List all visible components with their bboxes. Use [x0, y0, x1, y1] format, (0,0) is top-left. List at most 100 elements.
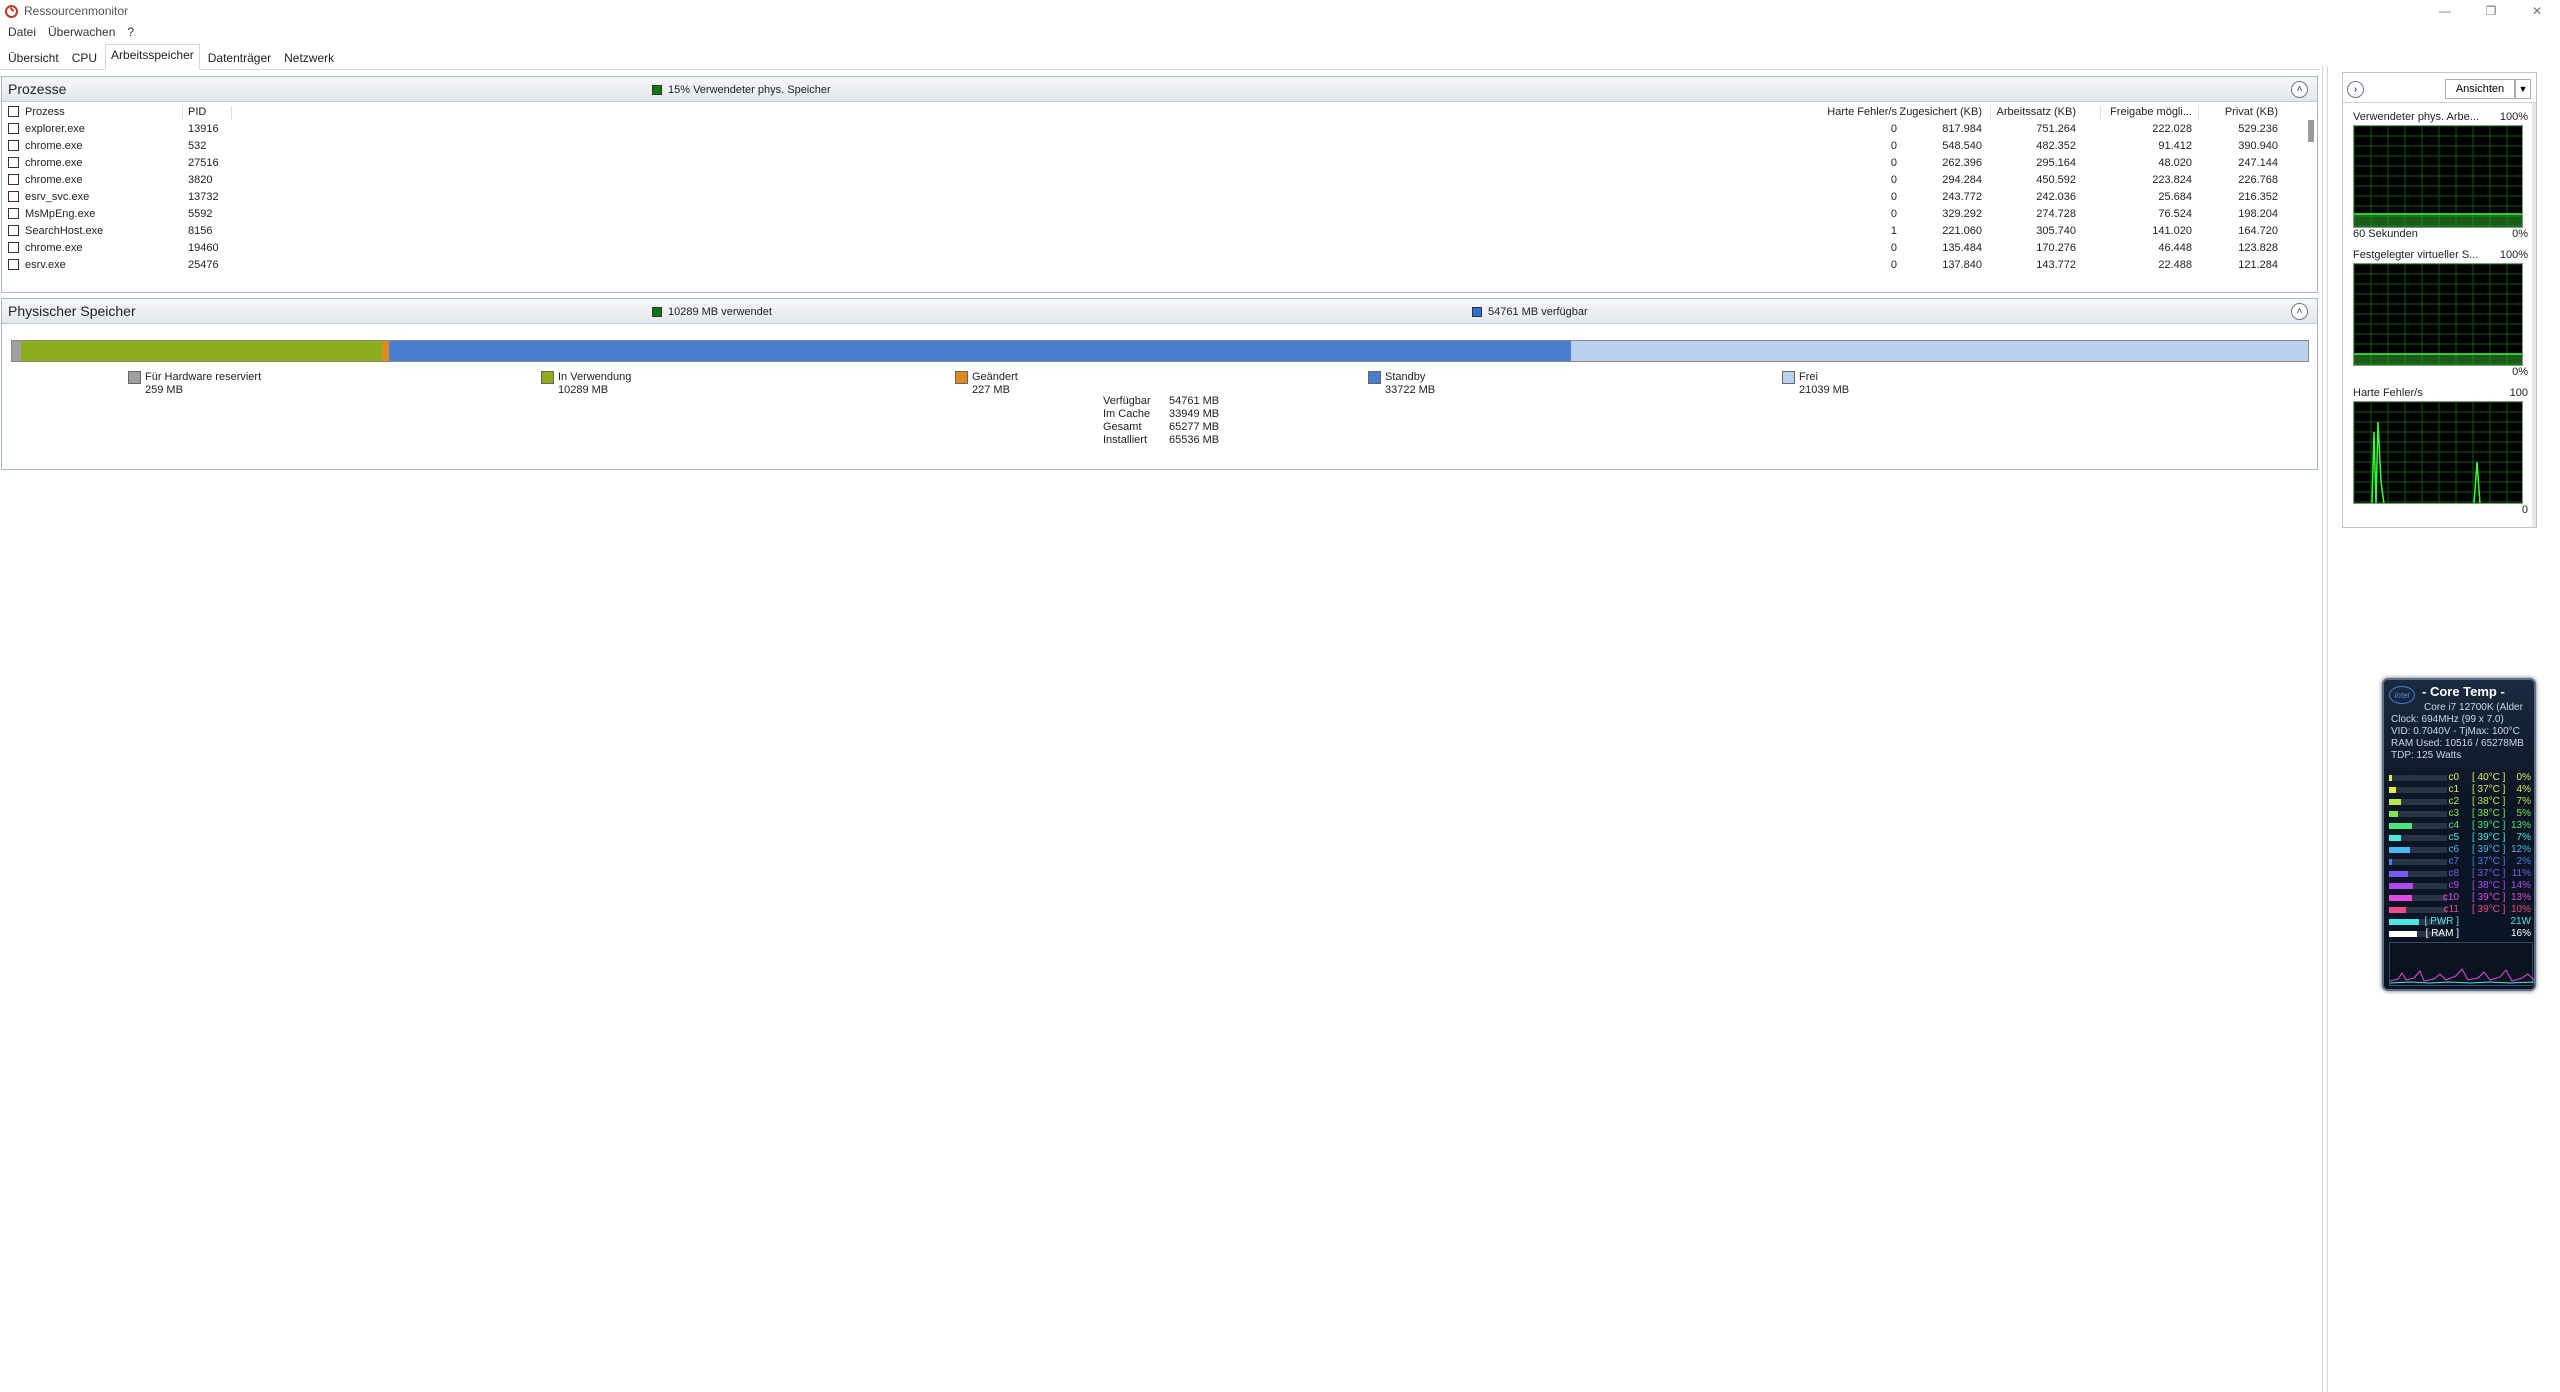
- col-pid[interactable]: PID: [188, 106, 206, 118]
- table-row[interactable]: chrome.exe 19460 0 135.484 170.276 46.448 123.…: [2, 240, 2302, 257]
- expand-graphs-button[interactable]: ›: [2347, 81, 2364, 98]
- core-name: c10: [2442, 892, 2459, 903]
- row-checkbox[interactable]: [8, 123, 19, 134]
- row-checkbox[interactable]: [8, 208, 19, 219]
- load-bar-fill: [2389, 823, 2412, 829]
- physical-memory-header[interactable]: Physischer Speicher 10289 MB verwendet 5…: [2, 299, 2317, 324]
- core-name: c4: [2448, 820, 2459, 831]
- row-checkbox[interactable]: [8, 157, 19, 168]
- menu-datei[interactable]: Datei: [4, 25, 40, 39]
- graph-svg: [2354, 126, 2522, 227]
- table-row[interactable]: esrv_svc.exe 13732 0 243.772 242.036 25.684 21…: [2, 189, 2302, 206]
- graph-max-label: 100%: [2497, 111, 2528, 123]
- load-bar: [2389, 775, 2447, 781]
- row-checkbox[interactable]: [8, 191, 19, 202]
- memory-segment-4: [1570, 341, 2308, 361]
- table-row[interactable]: chrome.exe 3820 0 294.284 450.592 223.824 226.…: [2, 172, 2302, 189]
- core-load: 12%: [2510, 844, 2531, 855]
- col-prozess[interactable]: Prozess: [25, 106, 65, 118]
- legend-color-square: [1782, 371, 1795, 384]
- row-checkbox[interactable]: [8, 242, 19, 253]
- col-freigabe[interactable]: Freigabe mögli...: [2110, 106, 2192, 118]
- row-checkbox[interactable]: [8, 259, 19, 270]
- core-name: c1: [2448, 784, 2459, 795]
- working-set-kb: 295.164: [2036, 157, 2076, 169]
- processes-header[interactable]: Prozesse 15% Verwendeter phys. Speicher …: [2, 77, 2317, 102]
- process-table-scrollbar[interactable]: [2308, 120, 2314, 142]
- stat-key: Gesamt: [1103, 421, 1142, 433]
- load-bar-fill: [2389, 811, 2398, 817]
- legend-value: 227 MB: [972, 384, 1010, 396]
- core-temperature: [ 37°C ]: [2472, 856, 2506, 867]
- graph-block: Festgelegter virtueller S... 100% 0%: [2353, 249, 2528, 380]
- hard-faults: 0: [1890, 123, 1897, 135]
- pane-splitter[interactable]: [2322, 66, 2328, 1392]
- table-row[interactable]: explorer.exe 13916 0 817.984 751.264 222.028 5…: [2, 121, 2302, 138]
- col-zugesichert[interactable]: Zugesichert (KB): [1899, 106, 1982, 118]
- views-dropdown-chevron-icon[interactable]: ▼: [2515, 79, 2531, 99]
- memory-usage-bar: [11, 340, 2309, 362]
- load-bar: [2389, 799, 2447, 805]
- table-row[interactable]: MsMpEng.exe 5592 0 329.292 274.728 76.524 198.…: [2, 206, 2302, 223]
- graph-title: Harte Fehler/s 100: [2353, 387, 2528, 401]
- col-arbeitssatz[interactable]: Arbeitssatz (KB): [1997, 106, 2076, 118]
- process-name: chrome.exe: [25, 140, 83, 152]
- memory-stats: Verfügbar 54761 MB Im Cache 33949 MB Gesamt 6…: [1103, 395, 1223, 447]
- core-temp-row: c6 [ 39°C ] 12%: [2389, 844, 2533, 856]
- row-checkbox[interactable]: [8, 140, 19, 151]
- load-bar: [2389, 895, 2447, 901]
- tab-uebersicht[interactable]: Übersicht: [3, 47, 64, 69]
- row-checkbox[interactable]: [8, 225, 19, 236]
- title-bar: Ressourcenmonitor — ❐ ✕: [0, 0, 2560, 22]
- tab-datentraeger[interactable]: Datenträger: [203, 47, 276, 69]
- process-pid: 5592: [188, 208, 213, 220]
- menu-ueberwachen[interactable]: Überwachen: [44, 25, 119, 39]
- graph-footer: 0: [2353, 504, 2528, 518]
- core-temperature: [ 39°C ]: [2472, 904, 2506, 915]
- col-privat[interactable]: Privat (KB): [2225, 106, 2278, 118]
- col-harte-fehler[interactable]: Harte Fehler/s: [1827, 106, 1897, 118]
- tab-cpu[interactable]: CPU: [67, 47, 102, 69]
- tab-arbeitsspeicher[interactable]: Arbeitsspeicher: [105, 44, 200, 70]
- core-temp-gadget[interactable]: intel - Core Temp - Core i7 12700K (Alde…: [2382, 678, 2536, 991]
- collapse-processes-button[interactable]: ˄: [2291, 81, 2308, 98]
- core-load: 14%: [2510, 880, 2531, 891]
- table-row[interactable]: SearchHost.exe 8156 1 221.060 305.740 141.020…: [2, 223, 2302, 240]
- core-temp-info-line: TDP: 125 Watts: [2391, 750, 2462, 761]
- menu-help[interactable]: ?: [123, 25, 138, 39]
- table-row[interactable]: chrome.exe 532 0 548.540 482.352 91.412 390.94…: [2, 138, 2302, 155]
- legend-color-square: [1368, 371, 1381, 384]
- close-button[interactable]: ✕: [2514, 0, 2560, 22]
- collapse-physical-memory-button[interactable]: ˄: [2291, 303, 2308, 320]
- core-load: 7%: [2516, 796, 2531, 807]
- graphs-pane-scrollbar[interactable]: [2532, 103, 2536, 527]
- table-row[interactable]: chrome.exe 27516 0 262.396 295.164 48.020 247.…: [2, 155, 2302, 172]
- memory-segment-1: [21, 341, 382, 361]
- minimize-button[interactable]: —: [2422, 0, 2468, 22]
- process-name: explorer.exe: [25, 123, 85, 135]
- row-checkbox[interactable]: [8, 174, 19, 185]
- sensor-value: 16%: [2510, 928, 2531, 939]
- load-bar-fill: [2389, 835, 2402, 841]
- core-load: 10%: [2510, 904, 2531, 915]
- legend-label: Geändert: [972, 371, 1018, 383]
- process-pid: 3820: [188, 174, 213, 186]
- core-load: 7%: [2516, 832, 2531, 843]
- select-all-checkbox[interactable]: [8, 106, 19, 117]
- maximize-button[interactable]: ❐: [2468, 0, 2514, 22]
- graphs-pane-header: › Ansichten ▼: [2343, 73, 2536, 103]
- private-kb: 226.768: [2238, 174, 2278, 186]
- load-bar-fill: [2389, 919, 2419, 925]
- core-name: c6: [2448, 844, 2459, 855]
- hard-faults: 0: [1890, 157, 1897, 169]
- views-button[interactable]: Ansichten: [2445, 79, 2515, 99]
- graph-svg: [2354, 402, 2522, 503]
- tab-netzwerk[interactable]: Netzwerk: [279, 47, 339, 69]
- table-row[interactable]: esrv.exe 25476 0 137.840 143.772 22.488 121.28…: [2, 257, 2302, 274]
- load-bar: [2389, 871, 2447, 877]
- core-temp-row: c11 [ 39°C ] 10%: [2389, 904, 2533, 916]
- processes-title: Prozesse: [8, 81, 67, 97]
- process-name: SearchHost.exe: [25, 225, 104, 237]
- core-temp-row: [ PWR ] 21W: [2389, 916, 2533, 928]
- commit-kb: 262.396: [1942, 157, 1982, 169]
